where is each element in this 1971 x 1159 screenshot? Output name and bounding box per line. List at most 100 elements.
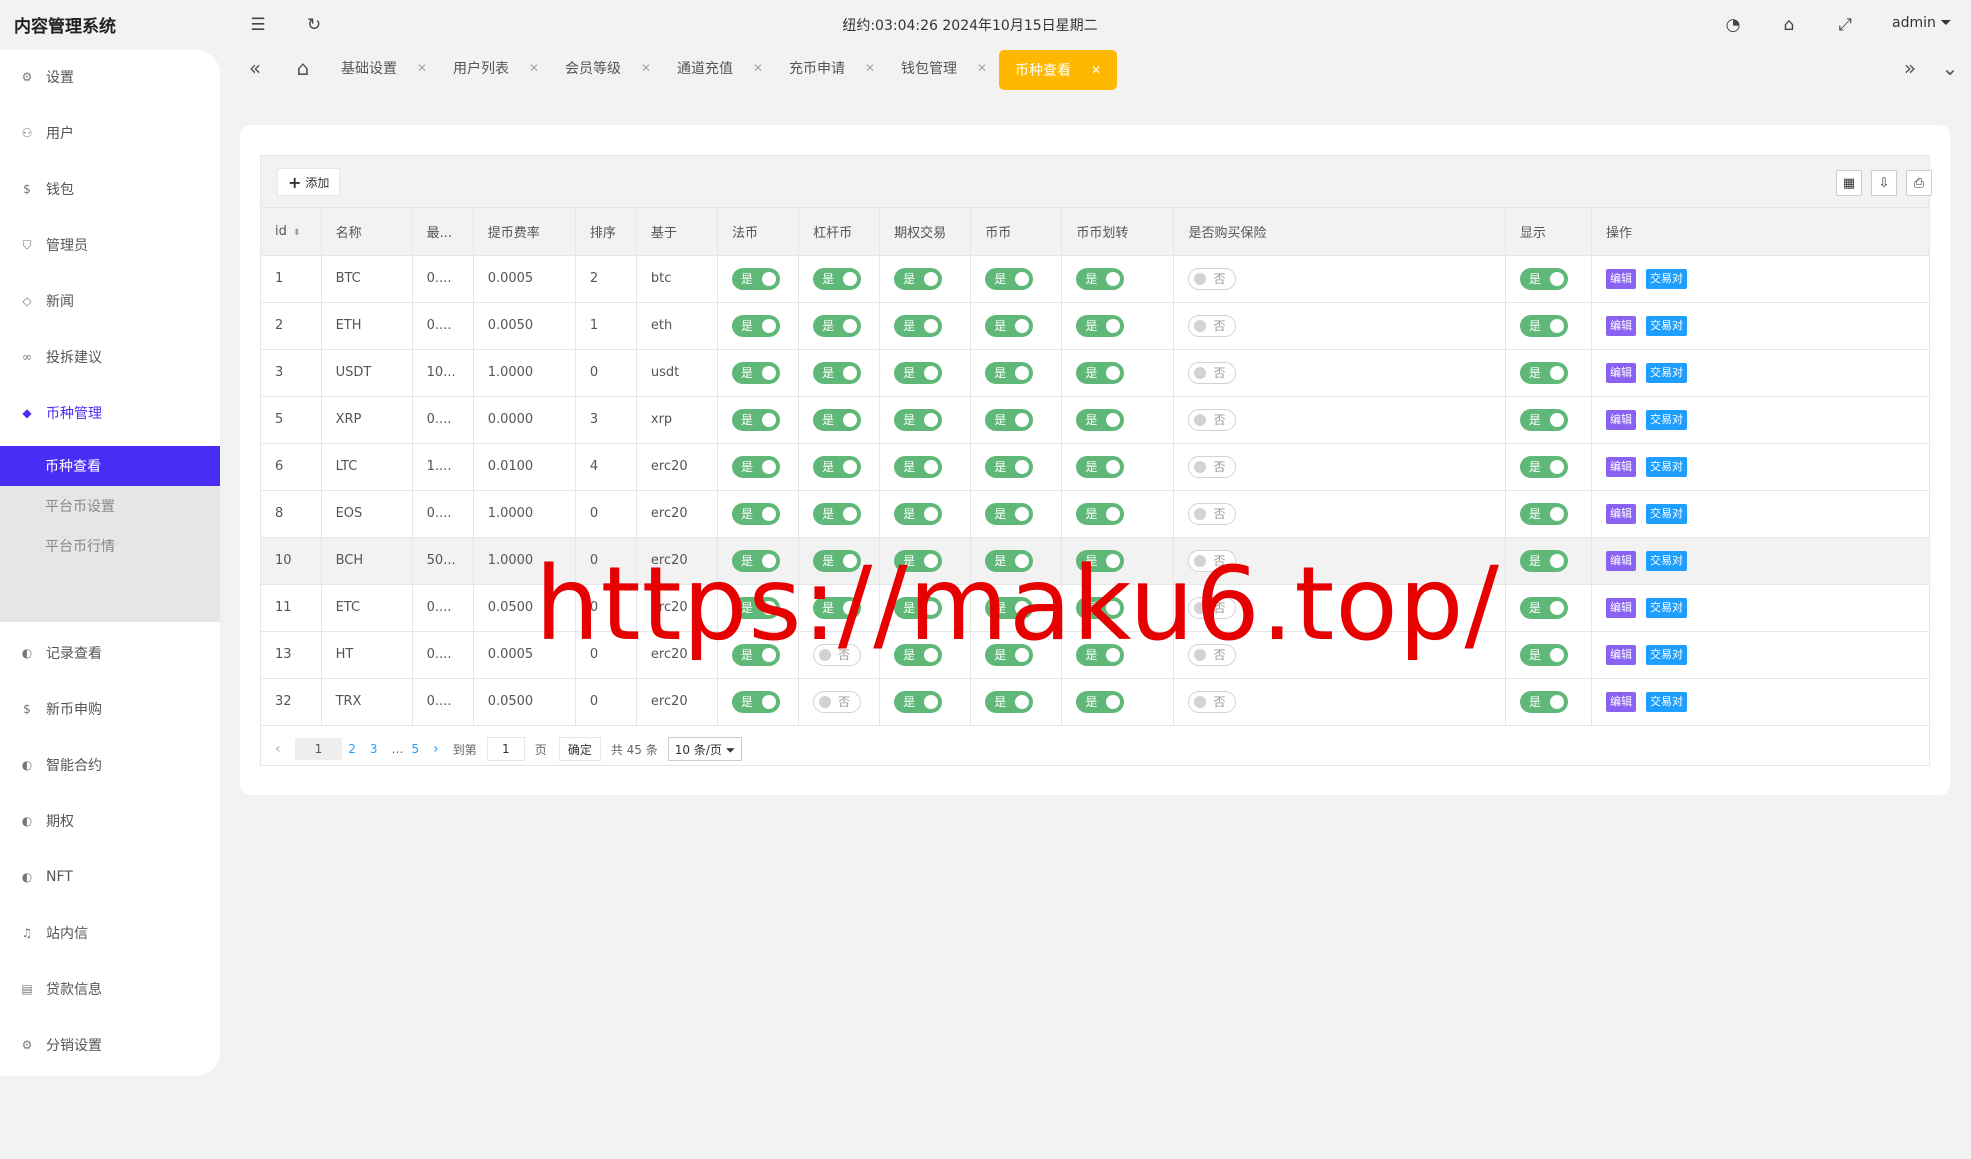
sidebar-item-0[interactable]: ⚙ 设置 [0, 57, 220, 97]
sidebar-item-15[interactable]: ⚙ 分销设置 [0, 1025, 220, 1065]
toggle-switch[interactable]: 是 [813, 361, 862, 384]
toggle-switch[interactable]: 是 [813, 502, 862, 525]
close-icon[interactable]: ✕ [977, 61, 987, 75]
toggle-switch[interactable]: 否 [1188, 690, 1237, 713]
sidebar-item-13[interactable]: ♫ 站内信 [0, 913, 220, 953]
trading-pair-button[interactable]: 交易对 [1645, 362, 1687, 383]
toggle-switch[interactable]: 是 [813, 408, 862, 431]
edit-button[interactable]: 编辑 [1605, 268, 1636, 289]
toggle-switch[interactable]: 是 [1519, 314, 1568, 337]
sidebar-item-8[interactable]: ◐ 记录查看 [0, 633, 220, 673]
toggle-switch[interactable]: 是 [985, 455, 1034, 478]
close-icon[interactable]: ✕ [1091, 63, 1101, 77]
fullscreen-icon[interactable]: ⤢ [1835, 15, 1855, 35]
export-icon[interactable]: ⇩ [1871, 170, 1897, 196]
toggle-switch[interactable]: 是 [894, 502, 943, 525]
trading-pair-button[interactable]: 交易对 [1645, 691, 1687, 712]
toggle-switch[interactable]: 是 [1519, 643, 1568, 666]
trading-pair-button[interactable]: 交易对 [1645, 550, 1687, 571]
toggle-switch[interactable]: 是 [1519, 690, 1568, 713]
toggle-switch[interactable]: 是 [985, 267, 1034, 290]
toggle-switch[interactable]: 是 [1519, 361, 1568, 384]
close-icon[interactable]: ✕ [417, 61, 427, 75]
toggle-switch[interactable]: 是 [1076, 361, 1125, 384]
close-icon[interactable]: ✕ [529, 61, 539, 75]
user-menu[interactable]: admin ⏷ [1892, 15, 1952, 31]
toggle-switch[interactable]: 是 [1076, 408, 1125, 431]
trading-pair-button[interactable]: 交易对 [1645, 456, 1687, 477]
toggle-switch[interactable]: 是 [1076, 314, 1125, 337]
sidebar-item-14[interactable]: ▤ 贷款信息 [0, 969, 220, 1009]
print-icon[interactable]: ⎙ [1906, 170, 1932, 196]
sidebar-item-1[interactable]: ⚇ 用户 [0, 113, 220, 153]
toggle-switch[interactable]: 是 [1519, 549, 1568, 572]
sidebar-item-12[interactable]: ◐ NFT [0, 857, 220, 897]
toggle-switch[interactable]: 是 [985, 314, 1034, 337]
sort-icon[interactable]: ⬍ [293, 228, 301, 238]
close-icon[interactable]: ✕ [865, 61, 875, 75]
sidebar-subitem-1[interactable]: 平台币设置 [0, 486, 220, 526]
sidebar-item-4[interactable]: ◇ 新闻 [0, 281, 220, 321]
toggle-switch[interactable]: 是 [813, 455, 862, 478]
home-icon[interactable]: ⌂ [291, 56, 315, 80]
column-header[interactable]: id ⬍ [261, 208, 322, 256]
theme-icon[interactable]: ◔ [1723, 15, 1743, 35]
tabs-next-icon[interactable]: » [1898, 56, 1922, 80]
toggle-switch[interactable]: 是 [731, 408, 780, 431]
tab-2[interactable]: 会员等级 ✕ [565, 56, 651, 80]
sidebar-item-3[interactable]: ⛉ 管理员 [0, 225, 220, 265]
toggle-switch[interactable]: 是 [1519, 408, 1568, 431]
tab-6[interactable]: 币种查看 ✕ [999, 50, 1118, 90]
toggle-switch[interactable]: 是 [1076, 690, 1125, 713]
page-link[interactable]: 5 [412, 742, 420, 756]
next-page-icon[interactable]: › [433, 741, 439, 757]
prev-page-icon[interactable]: ‹ [275, 741, 281, 757]
trading-pair-button[interactable]: 交易对 [1645, 503, 1687, 524]
toggle-switch[interactable]: 是 [985, 408, 1034, 431]
close-icon[interactable]: ✕ [641, 61, 651, 75]
edit-button[interactable]: 编辑 [1605, 315, 1636, 336]
toggle-switch[interactable]: 是 [894, 361, 943, 384]
toggle-switch[interactable]: 是 [1076, 502, 1125, 525]
toggle-switch[interactable]: 否 [1188, 502, 1237, 525]
toggle-switch[interactable]: 是 [985, 361, 1034, 384]
confirm-button[interactable]: 确定 [558, 737, 601, 761]
toggle-switch[interactable]: 是 [1076, 455, 1125, 478]
trading-pair-button[interactable]: 交易对 [1645, 597, 1687, 618]
tab-4[interactable]: 充币申请 ✕ [789, 56, 875, 80]
toggle-switch[interactable]: 是 [731, 502, 780, 525]
toggle-switch[interactable]: 是 [894, 690, 943, 713]
sidebar-item-9[interactable]: $ 新币申购 [0, 689, 220, 729]
toggle-switch[interactable]: 是 [894, 314, 943, 337]
toggle-switch[interactable]: 是 [1519, 267, 1568, 290]
toggle-switch[interactable]: 是 [985, 502, 1034, 525]
sidebar-item-5[interactable]: ∞ 投拆建议 [0, 337, 220, 377]
toggle-switch[interactable]: 是 [1076, 267, 1125, 290]
toggle-switch[interactable]: 是 [1519, 596, 1568, 619]
sidebar-item-6[interactable]: ◆ 币种管理 [0, 393, 220, 433]
tab-3[interactable]: 通道充值 ✕ [677, 56, 763, 80]
edit-button[interactable]: 编辑 [1605, 644, 1636, 665]
toggle-switch[interactable]: 是 [894, 408, 943, 431]
edit-button[interactable]: 编辑 [1605, 691, 1636, 712]
toggle-switch[interactable]: 是 [985, 690, 1034, 713]
tab-5[interactable]: 钱包管理 ✕ [901, 56, 987, 80]
sidebar-item-11[interactable]: ◐ 期权 [0, 801, 220, 841]
page-link[interactable]: 3 [370, 742, 378, 756]
tab-0[interactable]: 基础设置 ✕ [341, 56, 427, 80]
toggle-switch[interactable]: 否 [1188, 314, 1237, 337]
refresh-icon[interactable]: ↻ [304, 15, 324, 35]
edit-button[interactable]: 编辑 [1605, 597, 1636, 618]
goto-page-input[interactable]: 1 [486, 737, 525, 761]
close-icon[interactable]: ✕ [753, 61, 763, 75]
toggle-switch[interactable]: 否 [1188, 408, 1237, 431]
sidebar-item-10[interactable]: ◐ 智能合约 [0, 745, 220, 785]
sidebar-subitem-2[interactable]: 平台币行情 [0, 526, 220, 566]
toggle-switch[interactable]: 否 [1188, 361, 1237, 384]
page-size-select[interactable]: 10 条/页 ⏷ [667, 737, 743, 761]
toggle-switch[interactable]: 是 [731, 455, 780, 478]
sidebar-item-2[interactable]: $ 钱包 [0, 169, 220, 209]
edit-button[interactable]: 编辑 [1605, 503, 1636, 524]
toggle-switch[interactable]: 是 [1519, 455, 1568, 478]
trading-pair-button[interactable]: 交易对 [1645, 644, 1687, 665]
